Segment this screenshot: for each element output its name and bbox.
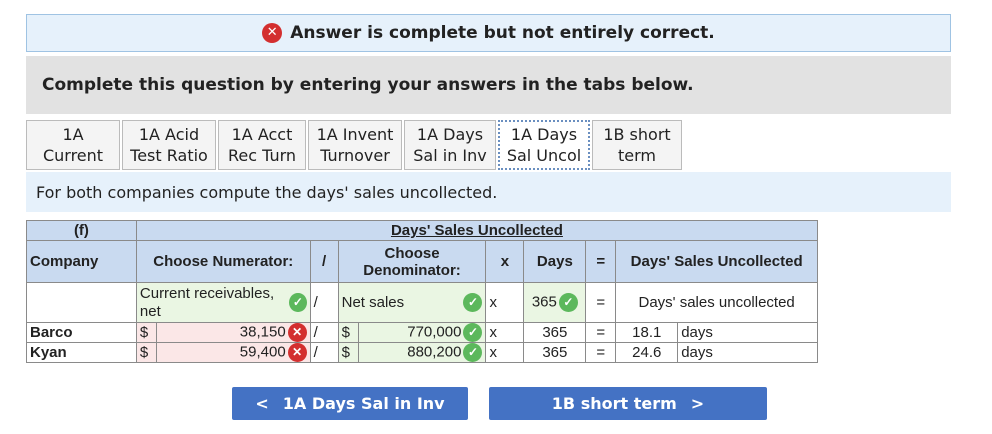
tab-1b-short-term[interactable]: 1B short term xyxy=(592,120,682,170)
tab-1a-current[interactable]: 1A Current xyxy=(26,120,120,170)
result-header: Days' Sales Uncollected xyxy=(615,240,818,283)
denominator-input[interactable]: 880,200 ✓ xyxy=(357,342,487,363)
f-label: (f) xyxy=(26,220,137,241)
formula-slash: / xyxy=(309,282,339,323)
tab-1a-days-sal-uncol[interactable]: 1A Days Sal Uncol xyxy=(498,120,590,170)
tab-label-line1: 1A Invent xyxy=(316,125,394,144)
row-slash: / xyxy=(309,342,339,363)
incorrect-icon: ✕ xyxy=(262,23,283,43)
days-sales-uncollected-table: (f) Days' Sales Uncollected Company Choo… xyxy=(26,220,819,363)
chevron-left-icon: < xyxy=(255,394,269,413)
tab-label-line1: 1A Acct xyxy=(231,125,293,144)
row-unit: days xyxy=(677,322,818,343)
correct-check-icon: ✓ xyxy=(558,293,578,312)
description-text: For both companies compute the days' sal… xyxy=(36,182,498,202)
formula-equals: = xyxy=(585,282,617,323)
formula-company-cell xyxy=(26,282,137,323)
numerator-header: Choose Numerator: xyxy=(135,240,311,283)
denominator-value: Net sales xyxy=(341,294,405,311)
formula-x: x xyxy=(485,282,525,323)
instruction-bar: Complete this question by entering your … xyxy=(26,56,951,114)
tab-label-line1: 1A Acid xyxy=(138,125,200,144)
banner-text: Answer is complete but not entirely corr… xyxy=(290,23,715,43)
tab-label-line2: Turnover xyxy=(320,146,390,165)
instruction-text: Complete this question by entering your … xyxy=(42,75,694,95)
days-header: Days xyxy=(523,240,587,283)
company-name: Kyan xyxy=(26,342,137,363)
x-header: x xyxy=(485,240,525,283)
prev-tab-label: 1A Days Sal in Inv xyxy=(282,394,445,413)
tab-1a-acid-test-ratio[interactable]: 1A Acid Test Ratio xyxy=(122,120,216,170)
denominator-select[interactable]: Net sales ✓ xyxy=(337,282,487,323)
equals-header: = xyxy=(585,240,617,283)
tab-label-line2: Test Ratio xyxy=(130,146,208,165)
numerator-input[interactable]: 59,400 ✕ xyxy=(155,342,311,363)
company-name: Barco xyxy=(26,322,137,343)
next-tab-button[interactable]: 1B short term > xyxy=(489,387,767,420)
formula-days-input[interactable]: 365 ✓ xyxy=(523,282,587,323)
result-banner: ✕ Answer is complete but not entirely co… xyxy=(26,14,951,52)
formula-result: Days' sales uncollected xyxy=(615,282,818,323)
currency-symbol: $ xyxy=(135,342,157,363)
correct-check-icon: ✓ xyxy=(463,343,483,362)
correct-check-icon: ✓ xyxy=(463,293,483,312)
tab-bar: 1A Current 1A Acid Test Ratio 1A Acct Rec T… xyxy=(26,120,684,170)
currency-symbol: $ xyxy=(135,322,157,343)
correct-check-icon: ✓ xyxy=(289,293,307,312)
numerator-input-value: 59,400 xyxy=(239,343,286,361)
tab-label-line1: 1A Days xyxy=(416,125,484,144)
tab-label-line2: Rec Turn xyxy=(227,146,297,165)
tab-1a-acct-rec-turn[interactable]: 1A Acct Rec Turn xyxy=(218,120,306,170)
question-description: For both companies compute the days' sal… xyxy=(26,172,951,212)
row-result: 18.1 xyxy=(615,322,679,343)
row-days: 365 xyxy=(523,342,587,363)
denominator-input-value: 880,200 xyxy=(407,343,462,361)
numerator-input-value: 38,150 xyxy=(239,323,286,341)
denominator-header: Choose Denominator: xyxy=(337,240,487,283)
formula-days-value: 365 xyxy=(531,293,557,311)
row-x: x xyxy=(485,342,525,363)
next-tab-label: 1B short term xyxy=(551,394,677,413)
denominator-input[interactable]: 770,000 ✓ xyxy=(357,322,487,343)
prev-tab-button[interactable]: < 1A Days Sal in Inv xyxy=(232,387,468,420)
table-title: Days' Sales Uncollected xyxy=(135,220,819,241)
currency-symbol: $ xyxy=(337,342,359,363)
numerator-value: Current receivables, net xyxy=(139,284,275,320)
row-result: 24.6 xyxy=(615,342,679,363)
tab-label-line1: 1B short xyxy=(603,125,671,144)
tab-label-line2: term xyxy=(617,146,656,165)
tab-1a-invent-turnover[interactable]: 1A Invent Turnover xyxy=(308,120,402,170)
slash-header: / xyxy=(309,240,339,283)
denominator-input-value: 770,000 xyxy=(407,323,462,341)
row-unit: days xyxy=(677,342,818,363)
incorrect-icon: ✕ xyxy=(287,323,307,342)
company-header: Company xyxy=(26,240,137,283)
incorrect-icon: ✕ xyxy=(287,343,307,362)
tab-label-line2: Sal in Inv xyxy=(413,146,487,165)
row-equals: = xyxy=(585,342,617,363)
row-x: x xyxy=(485,322,525,343)
row-equals: = xyxy=(585,322,617,343)
correct-check-icon: ✓ xyxy=(463,323,483,342)
currency-symbol: $ xyxy=(337,322,359,343)
tab-label-line2: Sal Uncol xyxy=(506,146,582,165)
tab-label-line2: Current xyxy=(42,146,104,165)
row-days: 365 xyxy=(523,322,587,343)
tab-1a-days-sal-in-inv[interactable]: 1A Days Sal in Inv xyxy=(404,120,496,170)
tab-label-line1: 1A Days xyxy=(510,125,578,144)
numerator-input[interactable]: 38,150 ✕ xyxy=(155,322,311,343)
chevron-right-icon: > xyxy=(690,394,705,413)
tab-label-line1: 1A xyxy=(62,125,84,144)
row-slash: / xyxy=(309,322,339,343)
numerator-select[interactable]: Current receivables, net ✓ xyxy=(135,282,311,323)
